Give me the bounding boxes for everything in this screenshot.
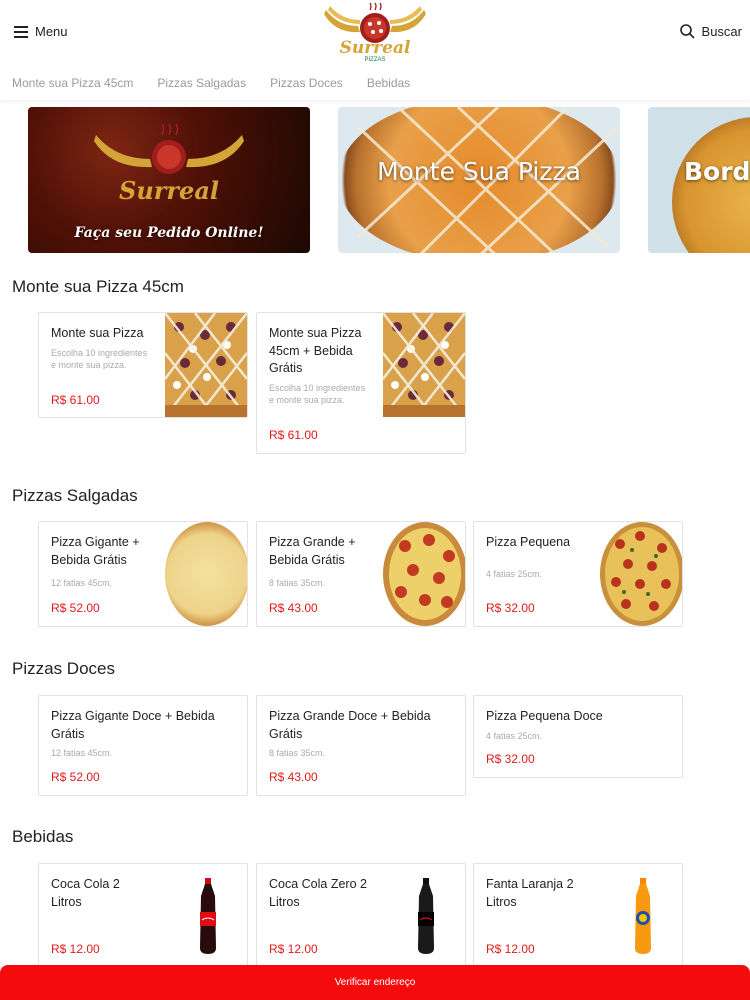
tab-pizzas-doces[interactable]: Pizzas Doces [270,66,343,100]
product-description: 12 fatias 45cm. [51,748,113,758]
product-name: Pizza Pequena [486,535,571,549]
pizza-image [600,522,682,626]
section-title-pizzas-doces: Pizzas Doces [12,659,115,678]
banner-carousel: Surreal Faça seu Pedido Online! Monte Su… [28,107,750,253]
header: Menu Surreal PIZZAS Buscar [0,0,750,66]
surreal-logo[interactable]: Surreal PIZZAS [318,2,432,64]
product-card[interactable]: Monte sua Pizza Escolha 10 ingredientes … [38,312,248,418]
product-name: Pizza Pequena Doce [486,709,603,723]
product-name: Pizza Grande Doce + Bebida Grátis [269,709,431,741]
coca-cola-bottle-image [200,878,216,954]
product-description: 8 fatias 35cm. [269,578,326,588]
product-name: Monte sua Pizza [51,326,144,340]
coca-cola-zero-bottle-image [418,878,434,954]
product-description: 4 fatias 25cm. [486,731,543,741]
product-description: 8 fatias 35cm. [269,748,326,758]
product-name: Monte sua Pizza 45cm + Bebida Grátis [269,326,362,375]
product-name: Pizza Gigante + Bebida Grátis [51,535,140,567]
pizza-image [383,313,465,417]
hamburger-icon [14,26,28,38]
product-price: R$ 12.00 [269,942,318,956]
tab-bebidas[interactable]: Bebidas [367,66,410,100]
product-description: Escolha 10 ingredientes e monte sua pizz… [269,383,366,405]
tab-pizzas-salgadas[interactable]: Pizzas Salgadas [157,66,246,100]
product-price: R$ 43.00 [269,770,318,784]
search-button[interactable]: Buscar [679,24,742,39]
product-price: R$ 12.00 [486,942,535,956]
product-description: 4 fatias 25cm. [486,569,543,579]
menu-label: Menu [35,24,68,39]
product-card[interactable]: Fanta Laranja 2 Litros R$ 12.00 [473,863,683,973]
product-price: R$ 32.00 [486,752,535,766]
product-price: R$ 52.00 [51,770,100,784]
product-price: R$ 61.00 [269,428,318,442]
product-name: Coca Cola 2 Litros [51,877,120,909]
product-price: R$ 43.00 [269,601,318,615]
pizza-image [383,522,465,626]
product-card[interactable]: Monte sua Pizza 45cm + Bebida Grátis Esc… [256,312,466,454]
banner-borda[interactable]: Bord [648,107,750,253]
menu-button[interactable]: Menu [14,24,68,39]
banner-title-borda: Bord [684,157,750,186]
product-name: Fanta Laranja 2 Litros [486,877,574,909]
product-card[interactable]: Coca Cola 2 Litros R$ 12.00 [38,863,248,973]
logo-text: Surreal [340,38,411,58]
banner-subtitle: Faça seu Pedido Online! [74,225,264,241]
product-price: R$ 32.00 [486,601,535,615]
product-card[interactable]: Pizza Pequena 4 fatias 25cm. R$ 32.00 [473,521,683,627]
section-title-monte-sua-pizza: Monte sua Pizza 45cm [12,277,184,296]
product-name: Pizza Gigante Doce + Bebida Grátis [51,709,215,741]
banner-monte-sua-pizza[interactable]: Monte Sua Pizza [338,107,620,253]
verify-address-button[interactable]: Verificar endereço [0,965,750,1000]
pizza-image [165,313,247,417]
banner-title-monte: Monte Sua Pizza [377,157,581,186]
logo-subtext: PIZZAS [364,57,385,63]
banner-logo: Surreal [94,123,244,205]
search-icon [679,24,695,39]
product-name: Pizza Grande + Bebida Grátis [269,535,356,567]
product-name: Coca Cola Zero 2 Litros [269,877,367,909]
product-card[interactable]: Pizza Grande Doce + Bebida Grátis 8 fati… [256,695,466,796]
product-price: R$ 52.00 [51,601,100,615]
fanta-bottle-image [635,878,651,954]
section-title-bebidas: Bebidas [12,827,74,846]
pizza-image [165,522,247,626]
product-card[interactable]: Pizza Grande + Bebida Grátis 8 fatias 35… [256,521,466,627]
product-description: 12 fatias 45cm. [51,578,113,588]
product-price: R$ 61.00 [51,393,100,407]
product-card[interactable]: Pizza Gigante + Bebida Grátis 12 fatias … [38,521,248,627]
product-card[interactable]: Pizza Pequena Doce 4 fatias 25cm. R$ 32.… [473,695,683,778]
tab-monte-sua-pizza[interactable]: Monte sua Pizza 45cm [12,66,133,100]
category-tabs: Monte sua Pizza 45cm Pizzas Salgadas Piz… [0,66,750,100]
section-title-pizzas-salgadas: Pizzas Salgadas [12,486,138,505]
product-price: R$ 12.00 [51,942,100,956]
banner-online-order[interactable]: Surreal Faça seu Pedido Online! [28,107,310,253]
search-label: Buscar [701,24,742,39]
product-description: Escolha 10 ingredientes e monte sua pizz… [51,348,148,370]
product-card[interactable]: Pizza Gigante Doce + Bebida Grátis 12 fa… [38,695,248,796]
banner-logo-text: Surreal [119,176,219,205]
product-card[interactable]: Coca Cola Zero 2 Litros R$ 12.00 [256,863,466,973]
